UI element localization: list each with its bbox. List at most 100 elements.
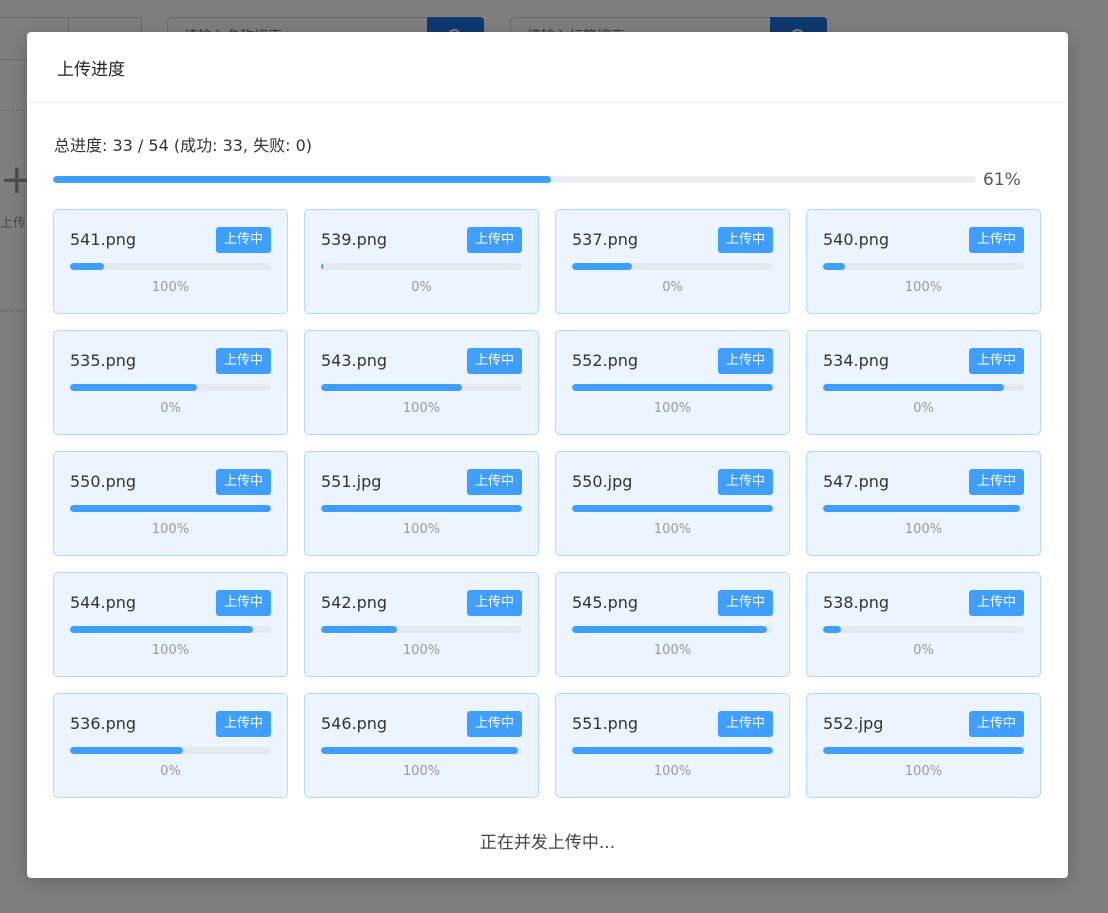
- file-progress-fill: [823, 384, 1004, 391]
- file-name: 552.png: [572, 351, 639, 370]
- file-progress-percent: 0%: [662, 280, 683, 295]
- file-card: 552.jpg 上传中 100%: [806, 693, 1041, 798]
- status-badge: 上传中: [717, 348, 773, 374]
- file-progress-percent: 100%: [151, 522, 190, 537]
- file-card: 543.png 上传中 100%: [304, 330, 539, 435]
- status-badge: 上传中: [968, 469, 1024, 495]
- file-card: 539.png 上传中 0%: [304, 209, 539, 314]
- file-progress-percent: 100%: [151, 280, 190, 295]
- modal-title: 上传进度: [57, 59, 125, 80]
- file-progress-percent: 100%: [653, 401, 692, 416]
- file-progress-fill: [70, 263, 105, 270]
- status-badge: 上传中: [968, 227, 1024, 253]
- file-progress-fill: [321, 626, 398, 633]
- file-progress-bar: [572, 263, 773, 270]
- file-progress-bar: [823, 747, 1024, 754]
- file-progress-bar: [70, 263, 271, 270]
- file-progress-percent: 100%: [653, 522, 692, 537]
- file-progress-bar: [823, 626, 1024, 633]
- file-name: 550.jpg: [572, 472, 633, 491]
- file-progress-bar: [823, 384, 1024, 391]
- file-progress-bar: [321, 384, 522, 391]
- file-name: 545.png: [572, 593, 639, 612]
- status-badge: 上传中: [717, 711, 773, 737]
- file-progress-fill: [572, 626, 767, 633]
- file-progress-percent: 0%: [913, 643, 934, 658]
- file-progress-fill: [823, 626, 842, 633]
- file-name: 551.png: [572, 714, 639, 733]
- status-badge: 上传中: [466, 711, 522, 737]
- file-progress-fill: [70, 505, 271, 512]
- status-badge: 上传中: [968, 711, 1024, 737]
- file-progress-bar: [321, 505, 522, 512]
- overall-progress-fill: [53, 176, 552, 183]
- file-name: 537.png: [572, 230, 639, 249]
- file-card: 545.png 上传中 100%: [555, 572, 790, 677]
- overall-progress-text: 总进度: 33 / 54 (成功: 33, 失败: 0): [54, 136, 312, 155]
- file-name: 541.png: [70, 230, 137, 249]
- file-grid: 541.png 上传中 100% 539.png 上传中 0% 537.png 上传中 0% 54…: [53, 209, 1041, 798]
- file-progress-fill: [823, 263, 846, 270]
- status-badge: 上传中: [717, 469, 773, 495]
- file-card: 537.png 上传中 0%: [555, 209, 790, 314]
- file-progress-percent: 100%: [904, 764, 943, 779]
- file-card: 546.png 上传中 100%: [304, 693, 539, 798]
- file-progress-percent: 0%: [160, 401, 181, 416]
- status-badge: 上传中: [968, 590, 1024, 616]
- status-badge: 上传中: [968, 348, 1024, 374]
- status-badge: 上传中: [215, 590, 271, 616]
- file-progress-percent: 100%: [904, 522, 943, 537]
- file-name: 539.png: [321, 230, 388, 249]
- file-name: 543.png: [321, 351, 388, 370]
- file-card: 552.png 上传中 100%: [555, 330, 790, 435]
- file-progress-percent: 100%: [151, 643, 190, 658]
- file-progress-percent: 100%: [402, 643, 441, 658]
- status-badge: 上传中: [215, 469, 271, 495]
- file-name: 551.jpg: [321, 472, 382, 491]
- file-name: 550.png: [70, 472, 137, 491]
- file-progress-bar: [70, 747, 271, 754]
- file-name: 542.png: [321, 593, 388, 612]
- upload-progress-modal: 上传进度 总进度: 33 / 54 (成功: 33, 失败: 0) 61% 54…: [27, 32, 1068, 878]
- file-progress-bar: [321, 263, 522, 270]
- file-progress-fill: [823, 505, 1020, 512]
- status-badge: 上传中: [215, 711, 271, 737]
- file-progress-bar: [572, 505, 773, 512]
- file-card: 536.png 上传中 0%: [53, 693, 288, 798]
- file-name: 544.png: [70, 593, 137, 612]
- file-progress-bar: [572, 747, 773, 754]
- status-badge: 上传中: [215, 348, 271, 374]
- file-name: 540.png: [823, 230, 890, 249]
- file-card: 550.png 上传中 100%: [53, 451, 288, 556]
- file-name: 535.png: [70, 351, 137, 370]
- upload-status-text: 正在并发上传中...: [479, 833, 616, 853]
- status-badge: 上传中: [466, 469, 522, 495]
- file-progress-fill: [572, 747, 773, 754]
- file-progress-bar: [572, 384, 773, 391]
- file-card: 551.jpg 上传中 100%: [304, 451, 539, 556]
- file-progress-bar: [70, 384, 271, 391]
- file-card: 544.png 上传中 100%: [53, 572, 288, 677]
- file-card: 538.png 上传中 0%: [806, 572, 1041, 677]
- file-progress-percent: 0%: [411, 280, 432, 295]
- status-badge: 上传中: [466, 348, 522, 374]
- file-progress-bar: [823, 263, 1024, 270]
- status-badge: 上传中: [466, 590, 522, 616]
- file-progress-fill: [70, 384, 197, 391]
- file-name: 546.png: [321, 714, 388, 733]
- file-card: 535.png 上传中 0%: [53, 330, 288, 435]
- overall-progress-bar: [53, 176, 976, 183]
- status-badge: 上传中: [717, 590, 773, 616]
- file-progress-fill: [321, 263, 323, 270]
- file-progress-bar: [70, 626, 271, 633]
- file-progress-percent: 100%: [402, 522, 441, 537]
- file-progress-bar: [572, 626, 773, 633]
- file-card: 551.png 上传中 100%: [555, 693, 790, 798]
- file-progress-fill: [572, 505, 773, 512]
- file-progress-bar: [321, 747, 522, 754]
- file-progress-fill: [70, 747, 183, 754]
- modal-header: 上传进度: [27, 32, 1068, 103]
- file-name: 538.png: [823, 593, 890, 612]
- file-card: 542.png 上传中 100%: [304, 572, 539, 677]
- file-name: 547.png: [823, 472, 890, 491]
